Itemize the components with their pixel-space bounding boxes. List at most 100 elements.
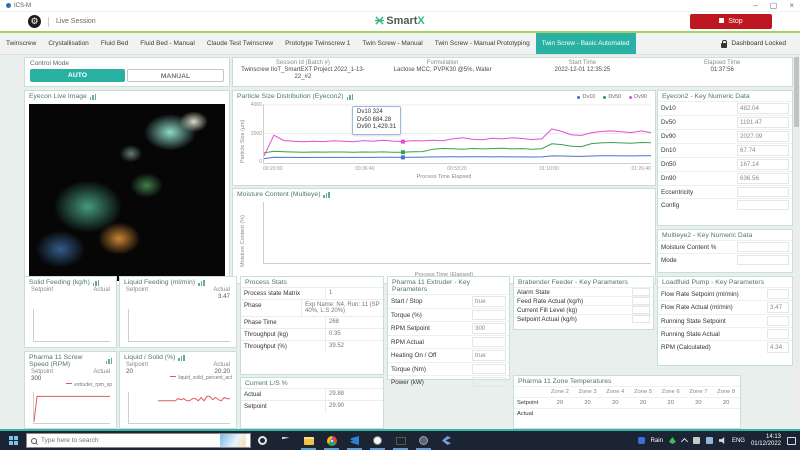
throughput-pct-row: Throughput (%)39.52 [241,340,383,352]
window-titlebar: ICS-M – ▢ × [0,0,800,12]
config-row: Config [658,198,792,211]
dn10-row: Dn1067.74 [658,143,792,157]
running-state-setpoint-row: Running State Setpoint [658,314,792,327]
auto-mode-button[interactable]: AUTO [30,69,125,82]
running-state-actual-row: Running State Actual [658,327,792,340]
multieye2-key-data-panel: Multieye2 - Key Numeric Data Moisture Co… [657,229,793,273]
chart-icon [90,94,97,100]
file-explorer-icon[interactable] [297,431,320,450]
manual-mode-button[interactable]: MANUAL [127,69,224,82]
window-title: ICS-M [14,3,31,9]
tab-claude-test-twinscrew[interactable]: Claude Test Twinscrew [201,33,279,54]
language-indicator[interactable]: ENG [732,438,745,444]
stop-button[interactable]: Stop [690,14,772,29]
liquid-solid-chart[interactable] [128,392,230,424]
dashboard-locked-toggle[interactable]: Dashboard Locked [721,33,800,54]
eccentricity-row: Eccentricity [658,185,792,198]
logo-text-smart: Smart [386,15,417,27]
search-input[interactable] [41,437,191,444]
weather-label[interactable]: Rain [651,438,663,444]
eyecon-live-image-title: Eyecon Live Image [29,93,87,100]
dv10-legend-icon [577,96,580,99]
clock-app-icon[interactable] [366,431,389,450]
session-id-field: Session Id (Batch #) Twinscrew IIoT_Smar… [233,58,373,86]
phase-time-row: Phase Time268 [241,316,383,328]
taskbar-search[interactable] [26,433,251,448]
psd-panel: Particle Size Distribution (Eyecon2) Dv1… [232,90,656,186]
tab-crystallisation[interactable]: Crystallisation [42,33,94,54]
liquid-feeding-panel: Liquid Feeding (ml/min) SetpointActual 3… [119,276,237,348]
browser-ring-icon[interactable] [251,431,274,450]
lock-icon [721,43,727,48]
liquid-feeding-chart[interactable] [128,309,230,342]
liquid-solid-actual: 20.20 [215,368,230,375]
tab-twin-screw-manual[interactable]: Twin Screw - Manual [356,33,428,54]
maximize-button[interactable]: ▢ [770,1,778,11]
liquid-solid-panel: Liquid / Solid (%) SetpointActual 2020.2… [119,351,237,429]
volume-icon[interactable] [719,437,726,444]
tab-fluid-bed-manual[interactable]: Fluid Bed - Manual [134,33,201,54]
screw-speed-setpoint: 300 [31,375,41,382]
psd-x-axis-label: Process Time Elapsed [233,174,655,180]
leaf-icon[interactable] [669,437,676,444]
liquid-solid-legend: liquid_solid_percent_act [120,375,236,381]
network-icon[interactable] [706,437,713,444]
notification-center-icon[interactable] [787,437,796,445]
tab-twin-screw-manual-prototyping[interactable]: Twin Screw - Manual Prototyping [429,33,536,54]
dn50-row: Dn50167.14 [658,157,792,171]
chart-icon [323,192,330,198]
zone-temps-panel: Pharma 11 Zone Temperatures Zone 2Zone 3… [513,375,741,429]
scrollbar-thumb[interactable] [794,57,799,127]
torque-pct-row: Torque (%) [388,308,509,321]
obs-icon[interactable] [412,431,435,450]
moisture-chart[interactable] [263,202,651,264]
liquid-feeding-actual: 3.47 [218,293,230,300]
process-stats-title: Process Stats [241,277,383,287]
photos-app-icon[interactable] [389,431,412,450]
close-button[interactable]: × [789,1,794,11]
phase-row: PhaseExp Name: N4, Run: 11 (SP 40%, L:S … [241,299,383,316]
vertical-scrollbar[interactable] [794,57,799,427]
psd-chart[interactable]: 4000 2000 0 Dv10 324 Dv50 684.28 Dv90 1,… [263,104,651,164]
solid-feeding-chart[interactable] [33,309,110,342]
brabender-panel: Brabender Feeder - Key Parameters Alarm … [513,276,654,330]
feed-rate-actual-row: Feed Rate Actual (kg/h) [514,296,653,305]
search-icon [31,438,37,444]
eyecon2-key-data-title: Eyecon2 - Key Numeric Data [658,91,792,101]
current-ls-setpoint-row: Setpoint29.90 [241,400,383,412]
start-button[interactable] [0,431,26,450]
windows-taskbar: Rain ENG 14:13 01/12/2022 [0,431,800,450]
rpm-setpoint-row: RPM Setpoint300 [388,321,509,335]
start-time-field: Start Time 2022-12-01 12:35:25 [513,58,653,86]
screw-speed-legend: extruder_rpm_sp [25,382,116,388]
tab-twin-screw-basic-automated[interactable]: Twin Screw - Basic Automated [536,33,636,54]
flag-icon[interactable] [274,431,297,450]
chrome-icon[interactable] [320,431,343,450]
flow-rate-actual-row: Flow Rate Actual (ml/min)3.47 [658,300,792,314]
moisture-content-row: Moisture Content % [658,240,792,253]
process-state-matrix-row: Process state Matrix1 [241,287,383,299]
weather-icon[interactable] [638,437,645,444]
moisture-y-axis-label: Moisture Content (%) [240,215,246,267]
rpm-actual-row: RPM Actual [388,335,509,348]
minimize-button[interactable]: – [753,1,757,11]
tab-prototype-twinscrew-1[interactable]: Prototype Twinscrew 1 [279,33,356,54]
vscode-icon[interactable] [343,431,366,450]
dv50-row: Dv501191.47 [658,115,792,129]
loadfluid-title: Loadfluid Pump - Key Parameters [658,277,792,287]
tab-twinscrew[interactable]: Twinscrew [0,33,42,54]
psd-x-ticks: 00:20:00 00:36:40 00:53:20 01:10:00 01:2… [263,166,651,172]
app-icon [6,3,11,8]
psd-y-axis-label: Particle Size (µm) [240,119,246,163]
moisture-title: Moisture Content (Multieye) [237,191,320,198]
screw-speed-chart[interactable] [33,392,110,424]
hidden-icons-chevron-icon[interactable] [681,438,688,445]
visual-studio-icon[interactable] [435,431,458,450]
weather-thumbnail [220,434,246,447]
tab-fluid-bed[interactable]: Fluid Bed [95,33,134,54]
alarm-state-row: Alarm State [514,287,653,296]
tray-app-icon[interactable] [693,437,700,444]
taskbar-clock[interactable]: 14:13 01/12/2022 [751,434,781,448]
formulation-field: Formulation Lactose MCC, PVPK30 @5%, Wat… [373,58,513,86]
control-mode-panel: Control Mode AUTO MANUAL [24,57,230,87]
